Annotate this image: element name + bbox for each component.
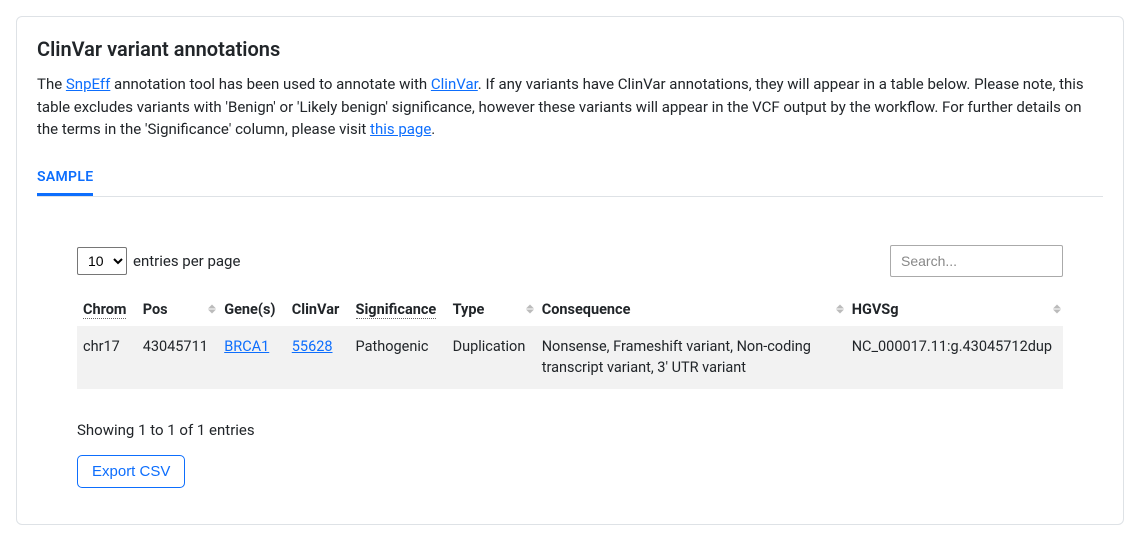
sort-icon — [1053, 305, 1061, 314]
clinvar-link[interactable]: ClinVar — [431, 75, 478, 93]
col-clinvar[interactable]: ClinVar — [286, 293, 350, 326]
desc-text: The — [37, 75, 66, 93]
entries-select[interactable]: 10 — [77, 247, 127, 275]
snpeff-link[interactable]: SnpEff — [66, 75, 110, 93]
card-description: The SnpEff annotation tool has been used… — [37, 73, 1103, 141]
table-controls: 10 entries per page — [77, 245, 1063, 277]
col-chrom[interactable]: Chrom — [77, 293, 137, 326]
showing-info: Showing 1 to 1 of 1 entries — [77, 421, 1063, 439]
tab-sample[interactable]: SAMPLE — [37, 161, 93, 196]
entries-control: 10 entries per page — [77, 247, 240, 275]
table-area: 10 entries per page Chrom Pos Gene(s) Cl… — [37, 245, 1103, 489]
cell-type: Duplication — [447, 326, 536, 390]
col-pos[interactable]: Pos — [137, 293, 219, 326]
col-significance[interactable]: Significance — [350, 293, 447, 326]
entries-label: entries per page — [133, 252, 240, 270]
desc-text: annotation tool has been used to annotat… — [110, 75, 431, 93]
col-consequence[interactable]: Consequence — [536, 293, 846, 326]
this-page-link[interactable]: this page — [370, 120, 431, 138]
variants-table: Chrom Pos Gene(s) ClinVar Significance T… — [77, 293, 1063, 390]
gene-link[interactable]: BRCA1 — [224, 338, 269, 355]
clinvar-id-link[interactable]: 55628 — [292, 338, 333, 355]
cell-clinvar: 55628 — [286, 326, 350, 390]
col-genes[interactable]: Gene(s) — [218, 293, 286, 326]
sort-icon — [208, 305, 216, 314]
desc-text: . — [431, 120, 435, 138]
card-title: ClinVar variant annotations — [37, 37, 1103, 61]
search-input[interactable] — [890, 245, 1063, 277]
sort-icon — [836, 305, 844, 314]
cell-hgvsg: NC_000017.11:g.43045712dup — [846, 326, 1063, 390]
cell-significance: Pathogenic — [350, 326, 447, 390]
export-csv-button[interactable]: Export CSV — [77, 455, 185, 488]
cell-gene: BRCA1 — [218, 326, 286, 390]
table-row: chr17 43045711 BRCA1 55628 Pathogenic Du… — [77, 326, 1063, 390]
sort-icon — [526, 305, 534, 314]
col-hgvsg[interactable]: HGVSg — [846, 293, 1063, 326]
col-type[interactable]: Type — [447, 293, 536, 326]
cell-chrom: chr17 — [77, 326, 137, 390]
clinvar-card: ClinVar variant annotations The SnpEff a… — [16, 16, 1124, 525]
tabs-bar: SAMPLE — [37, 161, 1103, 197]
cell-consequence: Nonsense, Frameshift variant, Non-coding… — [536, 326, 846, 390]
cell-pos: 43045711 — [137, 326, 219, 390]
